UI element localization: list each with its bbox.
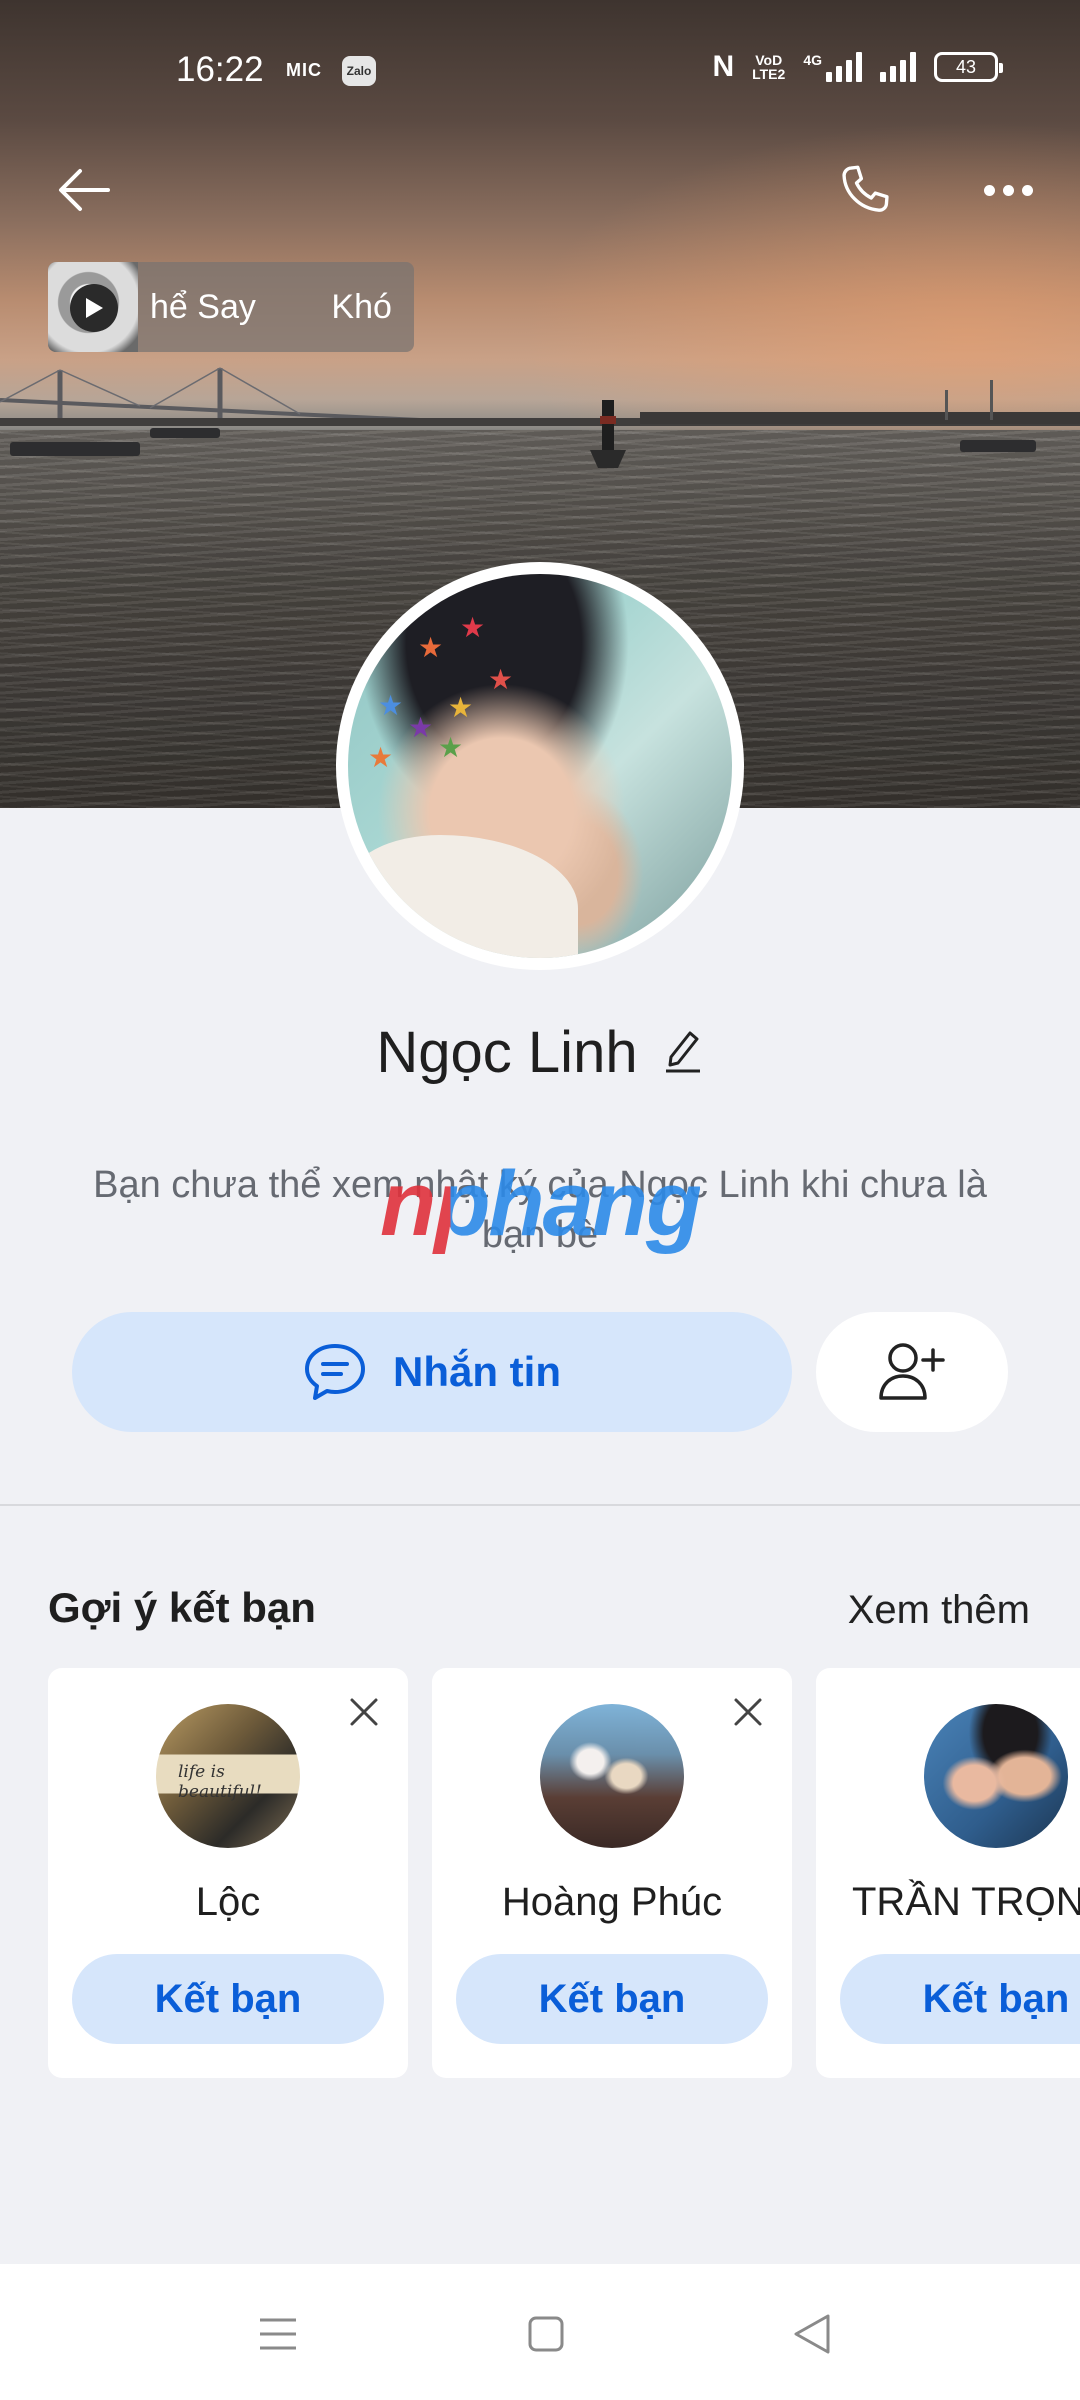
zalo-notification-icon: Zalo: [342, 56, 376, 86]
avatar-photo-caption: life is beautiful!: [178, 1762, 262, 1802]
suggestion-avatar[interactable]: [924, 1704, 1068, 1848]
back-button[interactable]: [44, 150, 124, 230]
home-button[interactable]: [506, 2294, 586, 2374]
avatar-image: ★ ★ ★ ★ ★ ★ ★ ★: [348, 574, 732, 958]
add-friend-suggestion-button[interactable]: Kết bạn: [72, 1954, 384, 2044]
call-button[interactable]: [820, 150, 910, 230]
more-dots-icon: [983, 184, 995, 196]
suggestion-name: TRẦN TRỌNG: [852, 1880, 1080, 1924]
suggestion-avatar[interactable]: life is beautiful!: [156, 1704, 300, 1848]
back-arrow-icon: [59, 169, 110, 211]
play-button[interactable]: [70, 284, 118, 332]
home-square-icon: [528, 2316, 564, 2352]
send-message-button[interactable]: Nhắn tin: [72, 1312, 792, 1432]
suggestion-name: Lộc: [195, 1880, 261, 1924]
music-title: hể Say Khó: [150, 287, 392, 326]
nfc-icon: N: [712, 50, 735, 83]
recent-apps-button[interactable]: [238, 2294, 318, 2374]
section-divider: [0, 1504, 1080, 1506]
play-icon: [86, 298, 103, 318]
music-thumbnail: [48, 262, 138, 352]
edit-name-button[interactable]: [662, 1027, 704, 1078]
profile-music-player[interactable]: hể Say Khó: [48, 262, 414, 352]
dismiss-suggestion-button[interactable]: [342, 1690, 386, 1734]
add-friend-button[interactable]: [816, 1312, 1008, 1432]
battery-icon: 43: [934, 52, 1003, 82]
menu-icon: [260, 2318, 296, 2350]
back-triangle-icon: [794, 2314, 830, 2354]
suggestion-card[interactable]: TRẦN TRỌNG Kết bạn: [816, 1668, 1080, 2078]
mic-indicator: MIC: [286, 60, 322, 80]
dismiss-suggestion-button[interactable]: [726, 1690, 770, 1734]
suggestion-name: Hoàng Phúc: [501, 1880, 723, 1924]
network-type-label: 4G: [803, 52, 822, 68]
suggestion-avatar[interactable]: [540, 1704, 684, 1848]
close-icon: [350, 1698, 378, 1726]
status-right-icons: N VoD LTE2 4G 43: [712, 50, 1003, 84]
profile-avatar[interactable]: ★ ★ ★ ★ ★ ★ ★ ★: [336, 562, 744, 970]
phone-icon: [842, 165, 889, 212]
profile-name-row: Ngọc Linh: [0, 1012, 1080, 1092]
signal-4g-icon: 4G: [803, 52, 862, 82]
status-bar: 16:22 MIC Zalo N VoD LTE2 4G 43: [0, 0, 1080, 118]
friend-suggestions-title: Gợi ý kết bạn: [48, 1584, 316, 1631]
edit-pencil-icon: [665, 1031, 700, 1072]
volte-icon: VoD LTE2: [752, 53, 785, 81]
add-friend-suggestion-button[interactable]: Kết bạn: [840, 1954, 1080, 2044]
suggestion-card[interactable]: life is beautiful! Lộc Kết bạn: [48, 1668, 408, 2078]
volte-bottom-label: LTE2: [752, 66, 786, 82]
system-back-button[interactable]: [772, 2294, 852, 2374]
add-friend-suggestion-button[interactable]: Kết bạn: [456, 1954, 768, 2044]
suggestion-card[interactable]: Hoàng Phúc Kết bạn: [432, 1668, 792, 2078]
close-icon: [734, 1698, 762, 1726]
add-user-icon: [879, 1343, 945, 1400]
send-message-label: Nhắn tin: [393, 1348, 561, 1395]
watermark-logo: nphang: [380, 1153, 702, 1255]
see-more-link[interactable]: Xem thêm: [848, 1588, 1030, 1633]
friend-suggestions-carousel[interactable]: life is beautiful! Lộc Kết bạn Hoàng Phú…: [0, 1668, 1080, 2080]
more-options-button[interactable]: [968, 150, 1048, 230]
system-navigation-bar: [0, 2264, 1080, 2400]
signal-icon: [880, 52, 916, 82]
profile-name: Ngọc Linh: [376, 1019, 638, 1085]
status-time: 16:22: [176, 50, 264, 89]
chat-bubble-icon: [305, 1344, 365, 1400]
